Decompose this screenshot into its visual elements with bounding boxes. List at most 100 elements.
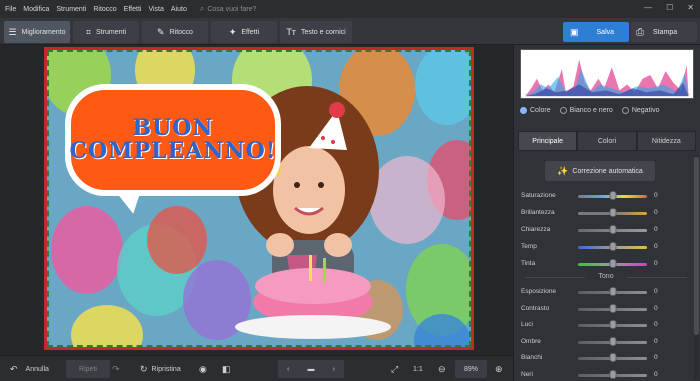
radio-selected-icon [520,107,527,114]
auto-correct-label: Correzione automatica [572,167,643,175]
tab-miglioramento[interactable]: ☰ Miglioramento [4,21,70,43]
magic-wand-icon: ✨ [557,165,569,176]
tab-ritocco[interactable]: ✎ Ritocco [142,21,208,43]
slider-value: 0 [654,321,658,328]
slider-thumb[interactable] [609,353,616,362]
mode-colore[interactable]: Colore [520,107,551,114]
slider-value: 0 [654,304,658,312]
slider-neri[interactable]: Neri 0 [521,369,691,381]
slider-thumb[interactable] [609,208,616,217]
slider-label: Esposizione [521,288,557,295]
slider-label: Ombre [521,337,541,345]
slider-value: 0 [654,370,658,378]
tab-label: Ritocco [169,28,193,36]
slider-thumb[interactable] [609,303,616,313]
slider-tinta[interactable]: Tinta 0 [521,258,691,270]
redo-icon[interactable]: ↷ [112,360,120,378]
slider-thumb[interactable] [609,336,616,346]
save-label: Salva [596,28,615,36]
minimize-icon[interactable]: — [644,3,652,12]
scrollbar-thumb[interactable] [694,157,699,335]
auto-correct-button[interactable]: ✨ Correzione automatica [545,161,655,181]
print-button[interactable]: ⎙ Stampa [631,22,697,42]
slider-label: Chiarezza [521,226,551,233]
slider-chiarezza[interactable]: Chiarezza 0 [521,224,691,236]
slider-bianchi[interactable]: Bianchi 0 [521,352,691,364]
prev-icon[interactable]: ‹ [287,366,289,373]
compare-icon[interactable]: ◧ [222,360,231,378]
slider-value: 0 [654,243,658,250]
speech-bubble[interactable]: BUON COMPLEANNO! [65,84,281,196]
brush-icon: ✎ [157,26,165,37]
zoom-level[interactable]: 89% [455,360,487,378]
folder-icon[interactable]: ▬ [307,366,314,373]
slider-label: Luci [521,321,533,328]
slider-luci[interactable]: Luci 0 [521,319,691,331]
fit-screen-icon[interactable]: ⤢ [391,360,398,378]
actual-size-button[interactable]: 1:1 [413,360,423,378]
file-navigator: ‹ ▬ › [278,360,344,378]
tab-principale[interactable]: Principale [518,131,578,151]
next-icon[interactable]: › [333,366,335,373]
mode-bianco-e-nero[interactable]: Bianco e nero [559,107,613,114]
undo-icon: ↶ [10,363,18,374]
slider-ombre[interactable]: Ombre 0 [521,336,691,348]
menu-modifica[interactable]: Modifica [23,6,49,13]
tab-effetti[interactable]: ✦ Effetti [211,21,277,43]
slider-thumb[interactable] [609,369,616,379]
slider-temp[interactable]: Temp 0 [521,241,691,253]
menu-vista[interactable]: Vista [148,6,163,13]
zoom-out-icon[interactable]: ⊖ [438,360,446,378]
tab-strumenti[interactable]: ⌗ Strumenti [73,21,139,43]
search-box[interactable]: ⌕ Cosa vuoi fare? [200,4,257,14]
slider-label: Neri [521,370,533,378]
wand-icon: ✦ [228,26,237,37]
slider-esposizione[interactable]: Esposizione 0 [521,286,691,298]
reset-button[interactable]: ↻ Ripristina [140,360,181,378]
panel-scrollbar[interactable] [694,155,699,379]
menu-strumenti[interactable]: Strumenti [56,6,86,13]
slider-thumb[interactable] [609,242,616,251]
greeting-line-1: BUON [132,114,214,141]
slider-thumb[interactable] [609,259,616,268]
slider-thumb[interactable] [609,191,616,200]
slider-value: 0 [654,226,658,233]
slider-label: Bianchi [521,354,543,361]
menu-bar: File Modifica Strumenti Ritocco Effetti … [0,0,700,18]
tab-testo-e-cornici[interactable]: Tт Testo e cornici [280,21,352,43]
slider-thumb[interactable] [609,320,616,329]
undo-button[interactable]: ↶ Annulla [10,360,49,378]
close-icon[interactable]: ✕ [687,3,694,12]
slider-value: 0 [654,288,658,295]
photo-canvas[interactable]: BUON COMPLEANNO! [44,47,474,350]
tab-nitidezza[interactable]: Nitidezza [636,131,696,151]
adjustment-tabs: Principale Colori Nitidezza [518,131,696,151]
mode-negativo[interactable]: Negativo [621,107,659,114]
slider-thumb[interactable] [609,225,616,234]
slider-value: 0 [654,337,658,345]
slider-contrasto[interactable]: Contrasto 0 [521,303,691,315]
redo-label: Ripeti [79,365,97,373]
floppy-icon: ▣ [570,26,579,37]
tab-label: Testo e cornici [300,28,346,36]
slider-thumb[interactable] [609,287,616,296]
eye-icon[interactable]: ◉ [199,360,207,378]
slider-saturazione[interactable]: Saturazione 0 [521,190,691,202]
redo-button[interactable]: Ripeti [66,360,110,378]
reset-icon: ↻ [140,363,148,374]
maximize-icon[interactable]: ☐ [666,3,673,12]
crop-icon: ⌗ [85,26,92,37]
menu-ritocco[interactable]: Ritocco [93,6,116,13]
tab-colori[interactable]: Colori [577,131,637,151]
zoom-in-icon[interactable]: ⊕ [495,360,503,378]
save-button[interactable]: ▣ Salva [563,22,629,42]
canvas-area[interactable]: BUON COMPLEANNO! [0,45,513,355]
undo-label: Annulla [25,365,49,373]
menu-aiuto[interactable]: Aiuto [171,6,187,13]
menu-effetti[interactable]: Effetti [124,6,142,13]
menu-file[interactable]: File [5,6,16,13]
tab-label: Strumenti [96,28,127,36]
sliders-icon: ☰ [8,26,17,37]
slider-brillantezza[interactable]: Brillantezza 0 [521,207,691,219]
bottom-bar: ↶ Annulla Ripeti ↷ ↻ Ripristina ◉ ◧ ‹ ▬ … [0,355,513,381]
